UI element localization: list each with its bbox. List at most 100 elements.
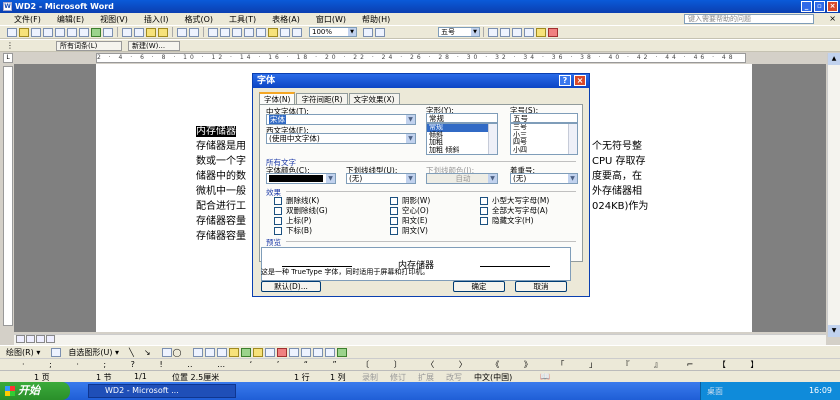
scroll-down-icon[interactable]: ▼ bbox=[828, 325, 840, 337]
desktop-toolbar[interactable]: 桌面 bbox=[707, 386, 723, 397]
highlight-icon[interactable] bbox=[536, 27, 546, 37]
picture-icon[interactable] bbox=[240, 347, 251, 357]
cancel-button[interactable]: 取消 bbox=[515, 281, 567, 292]
copy-icon[interactable] bbox=[134, 27, 144, 37]
undo-icon[interactable] bbox=[177, 27, 187, 37]
minimize-button[interactable]: _ bbox=[801, 1, 812, 12]
menu-insert[interactable]: 插入(I) bbox=[144, 14, 169, 25]
permission-icon[interactable] bbox=[43, 27, 53, 37]
diagram-icon[interactable] bbox=[216, 347, 227, 357]
close-window-button[interactable]: × bbox=[827, 1, 838, 12]
clock[interactable]: 16:09 bbox=[809, 386, 832, 395]
align-center-icon[interactable] bbox=[500, 27, 510, 37]
menu-table[interactable]: 表格(A) bbox=[272, 14, 300, 25]
textbox-icon[interactable] bbox=[192, 347, 203, 357]
font-size-option[interactable]: 五号 bbox=[513, 153, 527, 154]
help-icon[interactable] bbox=[363, 27, 373, 37]
scroll-up-icon[interactable]: ▲ bbox=[828, 53, 840, 65]
vertical-ruler[interactable] bbox=[3, 66, 13, 326]
fill-color-icon[interactable] bbox=[252, 347, 263, 357]
drawing-icon[interactable] bbox=[268, 27, 278, 37]
horizontal-scrollbar[interactable] bbox=[14, 334, 826, 345]
line-style-icon[interactable] bbox=[288, 347, 299, 357]
default-button[interactable]: 默认(D)... bbox=[261, 281, 321, 292]
list-scrollbar[interactable] bbox=[568, 124, 577, 154]
underline-color-select[interactable]: 自动 ▼ bbox=[426, 173, 498, 184]
subscript-checkbox[interactable]: 下标(B) bbox=[274, 225, 312, 236]
horizontal-ruler[interactable]: 2 · 4 · 6 · 8 · 10 · 12 · 14 · 16 · 18 ·… bbox=[96, 53, 746, 63]
show-hide-icon[interactable] bbox=[292, 27, 302, 37]
outline-view-icon[interactable] bbox=[46, 335, 55, 343]
line-spacing-icon[interactable] bbox=[512, 27, 522, 37]
menu-edit[interactable]: 编辑(E) bbox=[57, 14, 84, 25]
phonetic-guide-icon[interactable] bbox=[524, 27, 534, 37]
research-icon[interactable] bbox=[103, 27, 113, 37]
align-left-icon[interactable] bbox=[488, 27, 498, 37]
wordart-icon[interactable] bbox=[204, 347, 215, 357]
engrave-checkbox[interactable]: 阴文(V) bbox=[390, 225, 428, 236]
new-entry-button[interactable]: 新建(W)... bbox=[128, 40, 180, 51]
underline-style-select[interactable]: (无) ▼ bbox=[346, 173, 416, 184]
format-painter-icon[interactable] bbox=[158, 27, 168, 37]
menu-help[interactable]: 帮助(H) bbox=[362, 14, 390, 25]
menu-format[interactable]: 格式(O) bbox=[184, 14, 213, 25]
dash-style-icon[interactable] bbox=[300, 347, 311, 357]
font-style-input[interactable]: 常规 bbox=[426, 113, 498, 123]
font-size-list[interactable]: 三号 小三 四号 小四 五号 bbox=[510, 123, 578, 155]
normal-view-icon[interactable] bbox=[16, 335, 25, 343]
list-scrollbar[interactable] bbox=[488, 124, 497, 154]
maximize-button[interactable]: ▫ bbox=[814, 1, 825, 12]
save-icon[interactable] bbox=[31, 27, 41, 37]
insert-excel-icon[interactable] bbox=[244, 27, 254, 37]
symbol-toolbar[interactable]: · ; · ; ? ! ‥ … ‘ ’ “ ” 〔 〕 〈 〉 《 》 「 」 … bbox=[0, 358, 840, 370]
help-question-input[interactable]: 键入需要帮助的问题 bbox=[684, 14, 814, 24]
western-font-select[interactable]: (使用中文字体) ▼ bbox=[266, 133, 416, 144]
document-map-icon[interactable] bbox=[280, 27, 290, 37]
email-icon[interactable] bbox=[55, 27, 65, 37]
menu-view[interactable]: 视图(V) bbox=[100, 14, 128, 25]
font-style-list[interactable]: 常规 倾斜 加粗 加粗 倾斜 bbox=[426, 123, 498, 155]
spelling-icon[interactable] bbox=[91, 27, 101, 37]
dialog-close-button[interactable]: × bbox=[574, 75, 586, 86]
word-app-icon[interactable]: W bbox=[3, 2, 12, 11]
autoshapes-button[interactable]: 自选图形(U) ▾ bbox=[68, 347, 119, 358]
rectangle-icon[interactable] bbox=[161, 347, 172, 357]
vertical-scrollbar[interactable]: ▲ ▼ bbox=[827, 53, 840, 337]
line-color-icon[interactable] bbox=[264, 347, 275, 357]
line-icon[interactable]: ╲ bbox=[129, 348, 134, 357]
web-view-icon[interactable] bbox=[26, 335, 35, 343]
font-size-input[interactable]: 五号 bbox=[510, 113, 578, 123]
taskbar-word-item[interactable]: WD2 - Microsoft ... bbox=[88, 384, 236, 398]
hidden-text-checkbox[interactable]: 隐藏文字(H) bbox=[480, 215, 534, 226]
print-icon[interactable] bbox=[67, 27, 77, 37]
document-close-icon[interactable]: × bbox=[829, 14, 836, 23]
ok-button[interactable]: 确定 bbox=[453, 281, 505, 292]
all-entries-select[interactable]: 所有词条(L) bbox=[56, 40, 122, 51]
arrow-style-icon[interactable] bbox=[312, 347, 323, 357]
open-folder-icon[interactable] bbox=[19, 27, 29, 37]
print-view-icon[interactable] bbox=[36, 335, 45, 343]
shadow-style-icon[interactable] bbox=[324, 347, 335, 357]
cn-font-select[interactable]: 宋体 ▼ bbox=[266, 114, 416, 125]
draw-menu-button[interactable]: 绘图(R) ▾ bbox=[6, 347, 40, 358]
spelling-status-icon[interactable]: 📖 bbox=[540, 372, 550, 381]
select-objects-icon[interactable] bbox=[51, 347, 62, 357]
start-button[interactable]: 开始 bbox=[0, 382, 70, 400]
font-color-select[interactable]: ▼ bbox=[266, 173, 336, 184]
dialog-help-button[interactable]: ? bbox=[559, 75, 571, 86]
columns-icon[interactable] bbox=[256, 27, 266, 37]
3d-style-icon[interactable] bbox=[336, 347, 347, 357]
clipart-icon[interactable] bbox=[228, 347, 239, 357]
paste-icon[interactable] bbox=[146, 27, 156, 37]
print-preview-icon[interactable] bbox=[79, 27, 89, 37]
oval-icon[interactable]: ◯ bbox=[173, 348, 182, 357]
redo-icon[interactable] bbox=[189, 27, 199, 37]
font-style-option[interactable]: 加粗 倾斜 bbox=[427, 146, 497, 155]
zoom-select[interactable]: 100% ▼ bbox=[309, 27, 357, 37]
tables-borders-icon[interactable] bbox=[220, 27, 230, 37]
menu-window[interactable]: 窗口(W) bbox=[316, 14, 346, 25]
menu-file[interactable]: 文件(F) bbox=[14, 14, 41, 25]
emphasis-mark-select[interactable]: (无) ▼ bbox=[510, 173, 578, 184]
new-doc-icon[interactable] bbox=[7, 27, 17, 37]
font-color-icon[interactable] bbox=[276, 347, 287, 357]
